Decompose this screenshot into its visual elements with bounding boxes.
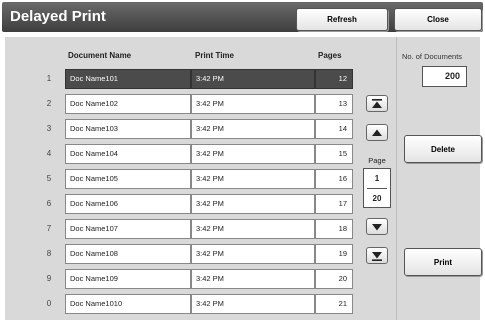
print-time-cell: 3:42 PM bbox=[191, 69, 315, 89]
title-bar: Delayed Print Refresh Close bbox=[2, 2, 483, 32]
delete-button[interactable]: Delete bbox=[404, 135, 482, 163]
print-time-cell: 3:42 PM bbox=[191, 94, 315, 114]
pages-cell: 15 bbox=[315, 144, 353, 164]
print-time-cell: 3:42 PM bbox=[191, 194, 315, 214]
pages-cell: 21 bbox=[315, 294, 353, 314]
last-page-icon bbox=[372, 251, 382, 261]
document-name-cell: Doc Name109 bbox=[65, 269, 191, 289]
row-number: 2 bbox=[46, 99, 52, 108]
page-up-button[interactable] bbox=[366, 124, 388, 141]
pages-cell: 16 bbox=[315, 169, 353, 189]
table-row[interactable]: 4 Doc Name104 3:42 PM 15 bbox=[0, 144, 400, 164]
table-row[interactable]: 0 Doc Name1010 3:42 PM 21 bbox=[0, 294, 400, 314]
print-time-cell: 3:42 PM bbox=[191, 244, 315, 264]
column-header-print-time: Print Time bbox=[195, 51, 234, 60]
print-time-cell: 3:42 PM bbox=[191, 119, 315, 139]
page-label: Page bbox=[368, 156, 386, 165]
document-name-cell: Doc Name104 bbox=[65, 144, 191, 164]
row-number: 5 bbox=[46, 174, 52, 183]
document-name-cell: Doc Name105 bbox=[65, 169, 191, 189]
row-number: 4 bbox=[46, 149, 52, 158]
page-down-button[interactable] bbox=[366, 218, 388, 235]
document-name-cell: Doc Name108 bbox=[65, 244, 191, 264]
column-header-document-name: Document Name bbox=[68, 51, 132, 60]
refresh-button[interactable]: Refresh bbox=[296, 8, 388, 31]
table-row[interactable]: 5 Doc Name105 3:42 PM 16 bbox=[0, 169, 400, 189]
document-name-cell: Doc Name106 bbox=[65, 194, 191, 214]
first-page-button[interactable] bbox=[366, 95, 388, 112]
document-name-cell: Doc Name102 bbox=[65, 94, 191, 114]
table-row[interactable]: 6 Doc Name106 3:42 PM 17 bbox=[0, 194, 400, 214]
page-up-icon bbox=[372, 129, 382, 136]
row-number: 3 bbox=[46, 124, 52, 133]
document-count: 200 bbox=[422, 66, 467, 87]
current-page: 1 bbox=[374, 174, 380, 183]
pages-cell: 13 bbox=[315, 94, 353, 114]
row-number: 0 bbox=[46, 299, 52, 308]
last-page-button[interactable] bbox=[366, 247, 388, 264]
print-time-cell: 3:42 PM bbox=[191, 144, 315, 164]
pages-cell: 14 bbox=[315, 119, 353, 139]
page-down-icon bbox=[372, 223, 382, 230]
print-button[interactable]: Print bbox=[404, 248, 482, 276]
document-name-cell: Doc Name107 bbox=[65, 219, 191, 239]
row-number: 9 bbox=[46, 274, 52, 283]
document-count-label: No. of Documents bbox=[402, 52, 463, 61]
pages-cell: 19 bbox=[315, 244, 353, 264]
print-time-cell: 3:42 PM bbox=[191, 219, 315, 239]
page-title: Delayed Print bbox=[10, 8, 106, 25]
row-number: 8 bbox=[46, 249, 52, 258]
column-header-pages: Pages bbox=[318, 51, 342, 60]
row-number: 1 bbox=[46, 74, 52, 83]
page-indicator: 1 20 bbox=[363, 168, 391, 208]
table-row[interactable]: 7 Doc Name107 3:42 PM 18 bbox=[0, 219, 400, 239]
table-row[interactable]: 8 Doc Name108 3:42 PM 19 bbox=[0, 244, 400, 264]
first-page-icon bbox=[372, 98, 382, 108]
table-row[interactable]: 2 Doc Name102 3:42 PM 13 bbox=[0, 94, 400, 114]
pages-cell: 12 bbox=[315, 69, 353, 89]
table-row[interactable]: 9 Doc Name109 3:42 PM 20 bbox=[0, 269, 400, 289]
table-row[interactable]: 1 Doc Name101 3:42 PM 12 bbox=[0, 69, 400, 89]
close-button[interactable]: Close bbox=[394, 8, 482, 31]
row-number: 7 bbox=[46, 224, 52, 233]
pages-cell: 18 bbox=[315, 219, 353, 239]
total-pages: 20 bbox=[372, 194, 382, 203]
print-time-cell: 3:42 PM bbox=[191, 269, 315, 289]
print-time-cell: 3:42 PM bbox=[191, 294, 315, 314]
row-number: 6 bbox=[46, 199, 52, 208]
document-name-cell: Doc Name1010 bbox=[65, 294, 191, 314]
table-row[interactable]: 3 Doc Name103 3:42 PM 14 bbox=[0, 119, 400, 139]
print-time-cell: 3:42 PM bbox=[191, 169, 315, 189]
document-name-cell: Doc Name101 bbox=[65, 69, 191, 89]
pages-cell: 20 bbox=[315, 269, 353, 289]
document-name-cell: Doc Name103 bbox=[65, 119, 191, 139]
pages-cell: 17 bbox=[315, 194, 353, 214]
